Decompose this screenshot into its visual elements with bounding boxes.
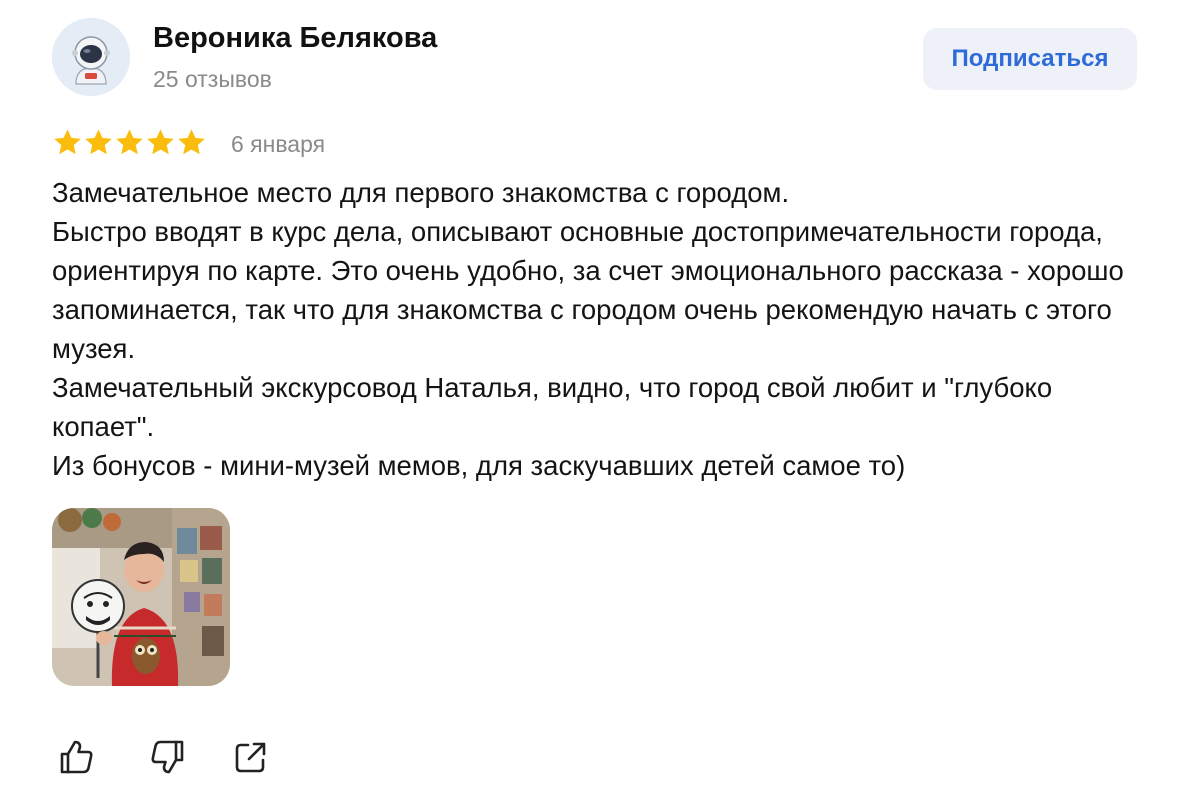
review-text: Замечательное место для первого знакомст… <box>52 173 1152 485</box>
review-paragraph: Замечательный экскурсовод Наталья, видно… <box>52 372 1053 442</box>
star-icon <box>116 129 143 155</box>
thumbs-up-icon <box>60 740 93 774</box>
dislike-button[interactable] <box>146 736 188 778</box>
share-button[interactable] <box>230 736 272 778</box>
star-icon <box>54 129 81 155</box>
avatar[interactable] <box>52 18 130 96</box>
review-photo[interactable] <box>52 508 230 686</box>
author-review-count: 25 отзывов <box>153 66 272 92</box>
share-icon <box>235 742 266 773</box>
rating-stars <box>52 127 207 161</box>
star-icon <box>147 129 174 155</box>
like-button[interactable] <box>56 736 98 778</box>
review-paragraph: Из бонусов - мини-музей мемов, для заску… <box>52 450 906 481</box>
star-icon <box>85 129 112 155</box>
thumbs-down-icon <box>151 740 184 774</box>
astronaut-icon <box>52 18 130 96</box>
review-paragraph: Замечательное место для первого знакомст… <box>52 177 790 208</box>
review-date: 6 января <box>231 131 326 157</box>
review-photo-image <box>52 508 230 686</box>
review-paragraph: Быстро вводят в курс дела, описывают осн… <box>52 216 1124 364</box>
review-card: Вероника Белякова 25 отзывов Подписаться… <box>0 0 1200 786</box>
subscribe-button[interactable]: Подписаться <box>923 28 1137 90</box>
author-name[interactable]: Вероника Белякова <box>153 22 437 55</box>
star-icon <box>178 129 205 155</box>
